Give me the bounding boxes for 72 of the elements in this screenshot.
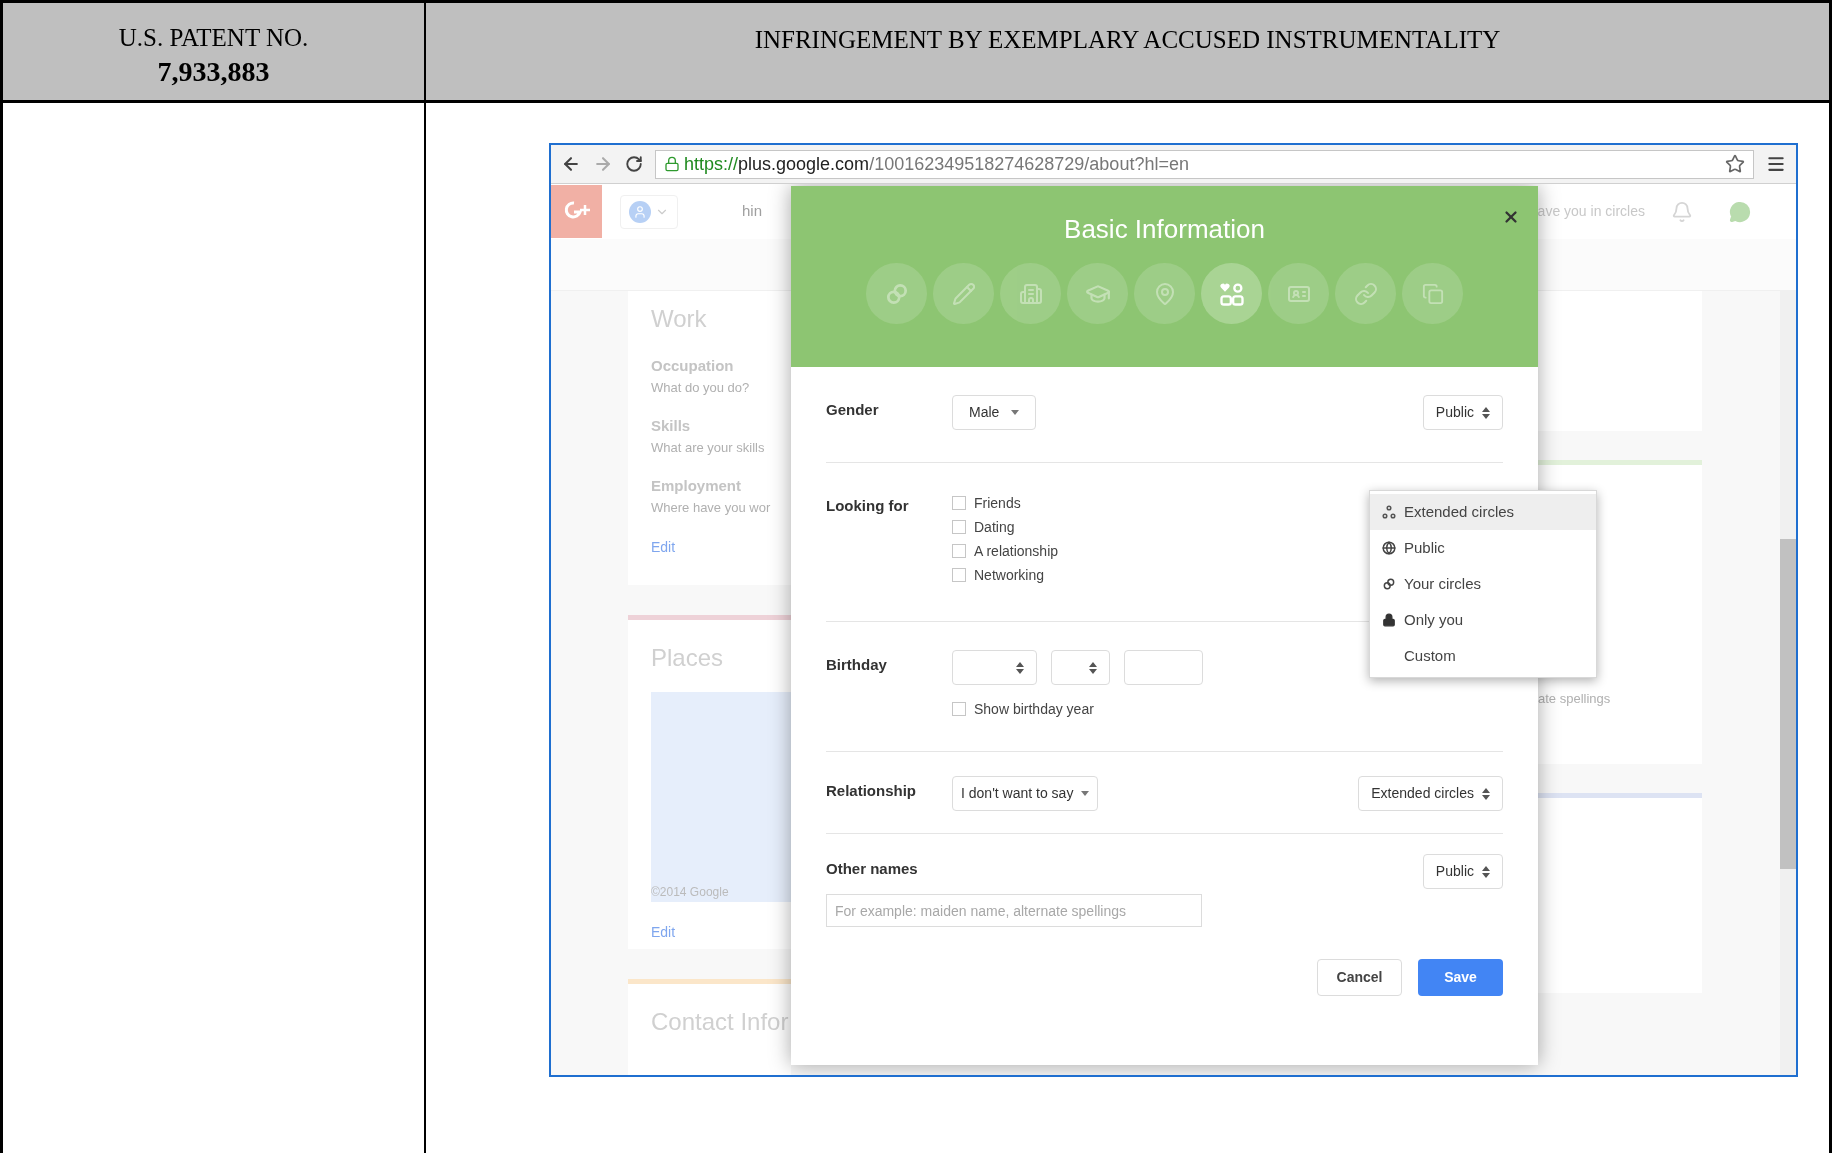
checkbox[interactable] xyxy=(952,568,966,582)
account-switcher[interactable] xyxy=(620,194,678,229)
url-text: https://plus.google.com/100162349518274628729/about?hl=en xyxy=(684,152,1189,176)
gender-select[interactable]: Male xyxy=(952,395,1036,430)
checkbox[interactable] xyxy=(952,544,966,558)
relationship-select[interactable]: I don't want to say xyxy=(952,776,1099,811)
checkbox[interactable] xyxy=(952,496,966,510)
year-input[interactable] xyxy=(1124,650,1203,685)
dialog-title: Basic Information xyxy=(1064,213,1265,246)
forward-icon[interactable] xyxy=(593,154,613,174)
field-hint: What do you do? xyxy=(651,378,751,397)
menu-item[interactable]: Your circles xyxy=(1370,566,1596,602)
up-down-arrows-icon xyxy=(1089,661,1097,674)
field-hint: What are your skills xyxy=(651,438,766,457)
up-down-arrows-icon xyxy=(1482,406,1490,419)
menu-item[interactable]: Public xyxy=(1370,530,1596,566)
field-label: Looking for xyxy=(826,496,910,516)
other-names-input[interactable]: For example: maiden name, alternate spellings xyxy=(826,894,1202,927)
building-icon xyxy=(1018,281,1043,306)
header-cell-text: INFRINGEMENT BY EXEMPLARY ACCUSED INSTRUMENTALITY xyxy=(753,25,1502,55)
field-hint: Where have you wor xyxy=(651,498,772,517)
up-down-arrows-icon xyxy=(1482,787,1490,800)
back-icon[interactable] xyxy=(561,154,581,174)
link-icon xyxy=(1353,281,1378,306)
field-label: Gender xyxy=(826,400,880,420)
checkbox-label: Dating xyxy=(974,517,1015,537)
day-select[interactable] xyxy=(1051,650,1110,685)
checkbox-label: A relationship xyxy=(974,541,1059,561)
caret-icon xyxy=(1081,791,1090,796)
circles-icon xyxy=(1382,577,1396,591)
field-label: Skills xyxy=(651,416,692,436)
field-label: Birthday xyxy=(826,655,888,675)
map-credit: ©2014 Google xyxy=(651,884,729,902)
search-text: hin xyxy=(742,201,763,222)
scrollbar-thumb[interactable] xyxy=(1780,539,1796,869)
menu-item[interactable]: Custom xyxy=(1370,638,1596,674)
caret-icon xyxy=(1011,410,1019,415)
copy-icon xyxy=(1421,282,1444,305)
menu-item[interactable]: Extended circles xyxy=(1370,494,1596,530)
visibility-select[interactable]: Public xyxy=(1422,854,1503,889)
reload-icon[interactable] xyxy=(625,155,643,173)
up-down-arrows-icon xyxy=(1016,661,1024,674)
notifications-icon[interactable] xyxy=(1671,200,1693,223)
visibility-select[interactable]: Public xyxy=(1422,395,1503,430)
three-dots-icon xyxy=(1382,505,1396,519)
cancel-button[interactable]: Cancel xyxy=(1317,959,1402,996)
address-bar[interactable]: https://plus.google.com/100162349518274628729/about?hl=en xyxy=(655,149,1754,179)
field-label: Relationship xyxy=(826,781,917,801)
checkbox-label: Show birthday year xyxy=(974,699,1094,719)
checkbox[interactable] xyxy=(952,520,966,534)
save-button[interactable]: Save xyxy=(1418,959,1503,996)
pencil-icon xyxy=(951,281,976,306)
close-icon xyxy=(1502,208,1520,226)
globe-icon xyxy=(1382,541,1396,555)
checkbox[interactable] xyxy=(952,702,966,716)
field-hint: ate spellings xyxy=(1538,689,1612,708)
visibility-select[interactable]: Extended circles xyxy=(1358,776,1503,811)
field-label: Employment xyxy=(651,476,742,496)
speech-bubble-icon[interactable] xyxy=(1729,200,1751,223)
bookmark-star-icon[interactable] xyxy=(1725,154,1745,174)
field-label: Other names xyxy=(826,859,919,879)
lock-icon xyxy=(664,156,680,172)
checkbox-label: Networking xyxy=(974,565,1045,585)
checkbox-label: Friends xyxy=(974,493,1021,513)
menu-icon[interactable] xyxy=(1766,154,1786,174)
header-cell: U.S. PATENT NO. 7,933,883 xyxy=(3,3,426,100)
up-down-arrows-icon xyxy=(1482,865,1490,878)
lock-icon xyxy=(1382,613,1396,627)
field-label: Occupation xyxy=(651,356,735,376)
month-select[interactable] xyxy=(952,650,1037,685)
menu-item[interactable]: Only you xyxy=(1370,602,1596,638)
person-icon xyxy=(633,204,647,219)
